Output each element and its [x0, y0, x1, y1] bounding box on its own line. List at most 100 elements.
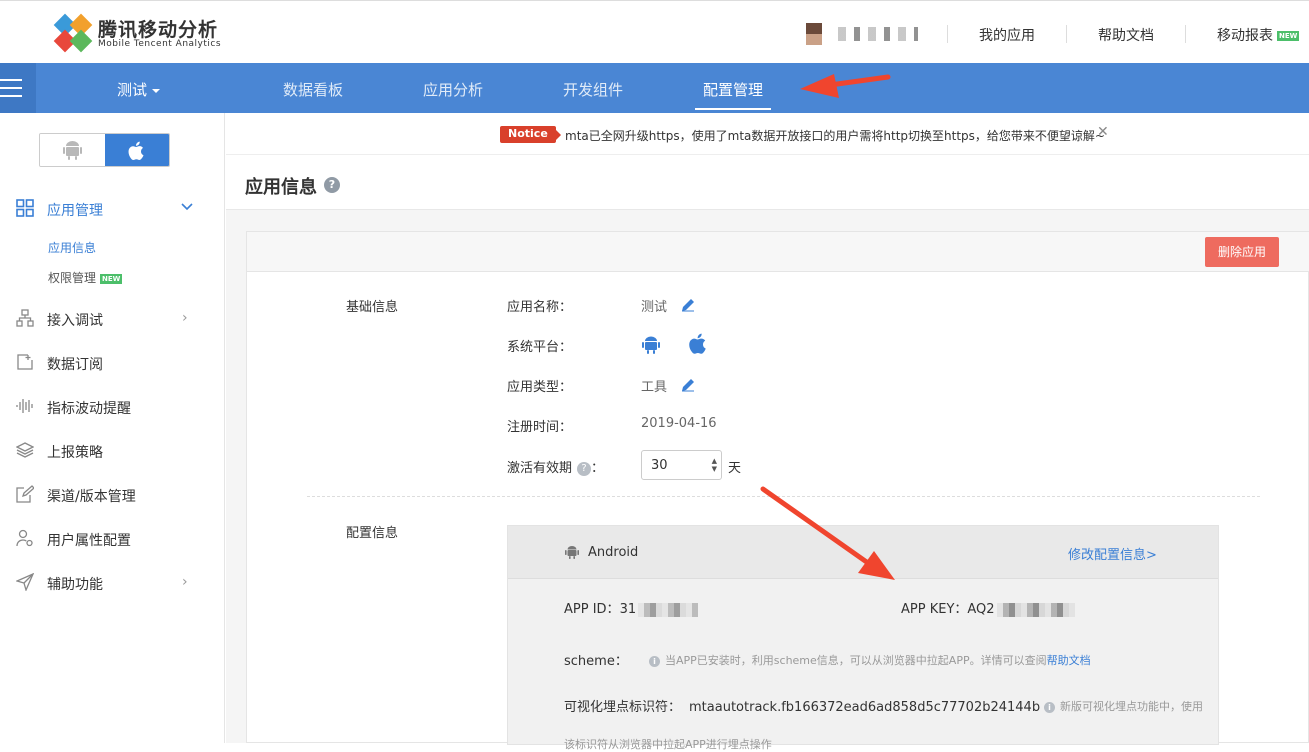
tab-app-analysis[interactable]: 应用分析 [423, 79, 483, 100]
app-switcher-dropdown[interactable]: 测试 [117, 79, 161, 100]
tab-dashboard[interactable]: 数据看板 [283, 79, 343, 100]
apple-icon [128, 141, 144, 160]
app-id-row: APP ID：31 [564, 598, 699, 617]
pencil-icon[interactable] [681, 378, 695, 392]
help-icon[interactable]: ? [324, 177, 340, 193]
notice-bar: Notice mta已全网升级https，使用了mta数据开放接口的用户需将ht… [226, 113, 1309, 155]
scheme-label: scheme： [564, 654, 628, 669]
visual-tracking-value[interactable]: mtaautotrack.fb166372ead6ad858d5c77702b2… [689, 700, 1040, 715]
divider [1185, 25, 1186, 43]
new-badge: NEW [100, 273, 123, 284]
app-info-card: 删除应用 基础信息 应用名称： 测试 系统平台： 应用类型： 工具 注册时间： … [246, 231, 1309, 751]
pencil-icon[interactable] [681, 298, 695, 312]
notice-text: mta已全网升级https，使用了mta数据开放接口的用户需将http切换至ht… [565, 129, 1105, 143]
nav-help-docs[interactable]: 帮助文档 [1098, 25, 1154, 45]
app-type-label: 应用类型： [507, 380, 573, 395]
sidebar-item-label: 指标波动提醒 [47, 401, 131, 417]
sidebar-item-data-subscribe[interactable]: 数据订阅 [0, 341, 225, 385]
activation-period-stepper[interactable]: 30 ▲ ▼ [641, 450, 722, 480]
close-icon[interactable]: ✕ [1097, 124, 1109, 140]
sidebar-sub-app-info[interactable]: 应用信息 [48, 239, 96, 256]
app-name-value: 测试 [641, 300, 668, 315]
main-nav-bar: 测试 数据看板 应用分析 开发组件 配置管理 [0, 63, 1309, 113]
sidebar-item-label: 上报策略 [47, 445, 103, 461]
android-icon [642, 336, 660, 354]
grid-icon [16, 199, 34, 217]
user-name-redacted[interactable] [838, 27, 918, 41]
sidebar-item-label: 接入调试 [47, 313, 103, 329]
main-content: 应用信息 ? 删除应用 基础信息 应用名称： 测试 系统平台： 应用类型： 工具 [226, 155, 1309, 751]
sidebar-item-channel-version[interactable]: 渠道/版本管理 [0, 473, 225, 517]
new-badge: NEW [1277, 31, 1300, 41]
nav-mobile-report-label: 移动报表 [1217, 28, 1273, 44]
config-panel: Android 修改配置信息> APP ID：31 APP KEY：AQ2 sc… [507, 525, 1219, 751]
logo-title[interactable]: 腾讯移动分析 [98, 15, 218, 42]
config-platform-label: Android [588, 545, 639, 560]
app-key-label: APP KEY： [901, 602, 968, 617]
sidebar-item-report-strategy[interactable]: 上报策略 [0, 429, 225, 473]
help-doc-link[interactable]: 帮助文档 [1047, 654, 1091, 667]
visual-tracking-row: 可视化埋点标识符： mtaautotrack.fb166372ead6ad858d… [564, 696, 1040, 715]
nav-my-apps[interactable]: 我的应用 [979, 25, 1035, 45]
config-panel-header: Android 修改配置信息> [508, 526, 1218, 579]
divider [1066, 25, 1067, 43]
notice-badge: Notice [500, 126, 561, 143]
app-name-label: 应用名称： [507, 300, 573, 315]
edit-config-link[interactable]: 修改配置信息> [1068, 544, 1157, 563]
info-icon: i [649, 655, 660, 667]
tencent-logo-icon[interactable] [53, 13, 93, 53]
register-time-value: 2019-04-16 [641, 416, 717, 431]
spinner-arrows-icon[interactable]: ▲ ▼ [712, 457, 717, 473]
divider [307, 496, 1260, 497]
info-icon: i [1044, 701, 1055, 713]
tab-config-management[interactable]: 配置管理 [694, 79, 772, 110]
avatar[interactable] [806, 23, 822, 45]
tab-dev-components[interactable]: 开发组件 [563, 79, 623, 100]
android-toggle-button[interactable] [40, 134, 105, 166]
sidebar-item-label: 渠道/版本管理 [47, 489, 136, 505]
sidebar-item-label: 用户属性配置 [47, 533, 131, 549]
sidebar-sub-permissions[interactable]: 权限管理 NEW [48, 269, 123, 286]
apple-icon [689, 333, 706, 354]
android-icon [565, 546, 579, 559]
nav-mobile-report[interactable]: 移动报表 NEW [1217, 25, 1300, 45]
app-id-value: 31 [619, 602, 637, 617]
app-id-label: APP ID： [564, 602, 620, 617]
activation-period-label: 激活有效期?： [507, 457, 604, 476]
sidebar-item-app-management[interactable]: 应用管理 [0, 187, 225, 231]
delete-app-button[interactable]: 删除应用 [1205, 237, 1279, 267]
subscribe-icon [17, 354, 33, 370]
platform-label: 系统平台： [507, 340, 573, 355]
chevron-right-icon: › [182, 574, 188, 590]
page-title: 应用信息 [245, 177, 317, 198]
sidebar-item-metric-alert[interactable]: 指标波动提醒 [0, 385, 225, 429]
chevron-right-icon: › [182, 310, 188, 326]
chevron-down-icon [181, 203, 193, 211]
app-type-value: 工具 [641, 380, 668, 395]
platform-toggle [39, 133, 170, 167]
days-unit: 天 [728, 461, 742, 476]
user-gear-icon [16, 529, 33, 547]
register-time-label: 注册时间： [507, 420, 573, 435]
android-icon [63, 141, 82, 160]
visual-tracking-hint-text: 新版可视化埋点功能中，使用 [1060, 700, 1203, 713]
wave-icon [16, 399, 33, 413]
sidebar-item-user-attributes[interactable]: 用户属性配置 [0, 517, 225, 561]
visual-tracking-hint: i 新版可视化埋点功能中，使用 [1044, 698, 1203, 714]
card-toolbar: 删除应用 [247, 232, 1309, 272]
sidebar-item-debug[interactable]: 接入调试 › [0, 297, 225, 341]
activation-period-text: 激活有效期 [507, 461, 573, 476]
app-switcher-label: 测试 [117, 81, 148, 99]
sidebar-item-assistant[interactable]: 辅助功能 › [0, 561, 225, 605]
sitemap-icon [16, 309, 34, 327]
question-icon[interactable]: ? [577, 461, 592, 476]
scheme-hint-text: 当APP已安装时，利用scheme信息，可以从浏览器中拉起APP。详情可以查阅 [665, 654, 1047, 667]
app-key-value: AQ2 [967, 602, 995, 617]
caret-down-icon [152, 88, 161, 93]
top-header: 腾讯移动分析 Mobile Tencent Analytics 我的应用 帮助文… [0, 0, 1309, 63]
activation-period-value: 30 [651, 458, 668, 473]
hamburger-menu-icon[interactable] [0, 63, 36, 113]
visual-tracking-hint-cont: 该标识符从浏览器中拉起APP进行埋点操作 [564, 738, 772, 751]
ios-toggle-button[interactable] [105, 134, 169, 166]
page-header: 应用信息 ? [226, 155, 1309, 210]
